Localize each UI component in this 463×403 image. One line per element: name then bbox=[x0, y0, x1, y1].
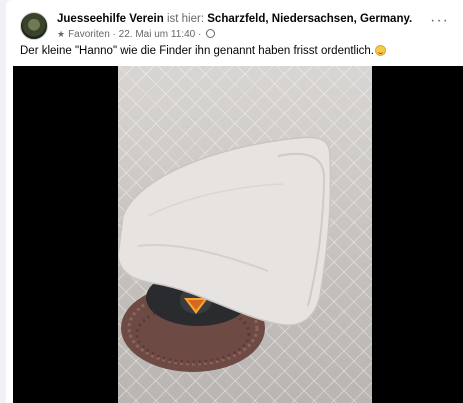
avatar[interactable] bbox=[20, 12, 48, 40]
location-link[interactable]: Scharzfeld, Niedersachsen, Germany. bbox=[207, 13, 412, 25]
smiling-face-emoji bbox=[375, 45, 387, 56]
more-options-icon[interactable]: ··· bbox=[430, 13, 449, 29]
video-frame bbox=[118, 66, 372, 403]
video-scene bbox=[118, 136, 332, 372]
star-icon: ★ bbox=[57, 29, 66, 39]
meta-separator: · bbox=[112, 29, 116, 40]
author-name[interactable]: Juesseehilfe Verein bbox=[57, 13, 164, 25]
audience-label[interactable]: Favoriten bbox=[68, 29, 110, 40]
timestamp[interactable]: 22. Mai um 11:40 bbox=[119, 29, 196, 40]
post-caption: Der kleine "Hanno" wie die Finder ihn ge… bbox=[20, 45, 387, 57]
author-line: Juesseehilfe Verein ist hier: Scharzfeld… bbox=[57, 13, 412, 25]
post-card: Juesseehilfe Verein ist hier: Scharzfeld… bbox=[6, 0, 463, 403]
video-player[interactable] bbox=[13, 66, 463, 403]
post-header: Juesseehilfe Verein ist hier: Scharzfeld… bbox=[20, 12, 453, 42]
caption-text: Der kleine "Hanno" wie die Finder ihn ge… bbox=[20, 45, 375, 57]
location-prefix: ist hier: bbox=[166, 13, 205, 25]
post-meta: ★ Favoriten · 22. Mai um 11:40 · bbox=[57, 29, 216, 40]
meta-separator-2: · bbox=[197, 29, 202, 40]
globe-icon bbox=[206, 29, 216, 38]
